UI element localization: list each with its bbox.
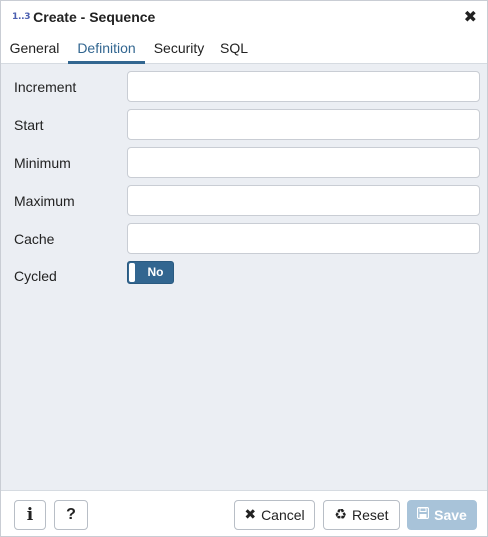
increment-input[interactable] [127,71,480,102]
cycled-row: Cycled No [1,261,487,293]
info-button[interactable]: i [14,500,46,530]
cache-row: Cache [1,223,487,255]
cancel-x-icon: ✖ [244,507,257,523]
tab-definition[interactable]: Definition [68,33,145,64]
start-label: Start [14,117,44,133]
dialog-footer: i ? ✖ Cancel ♻ Reset Save [1,490,487,536]
help-icon: ? [66,506,76,523]
maximum-row: Maximum [1,185,487,217]
toggle-knob [129,263,135,282]
cache-input[interactable] [127,223,480,254]
dialog-title: Create - Sequence [33,9,156,25]
help-button[interactable]: ? [54,500,88,530]
tab-general[interactable]: General [4,33,65,64]
definition-panel: Increment Start Minimum Maximum Cache Cy… [1,64,487,490]
increment-label: Increment [14,79,77,95]
dialog-titlebar: 1..3 Create - Sequence ✖ [1,1,487,33]
minimum-label: Minimum [14,155,71,171]
reset-button[interactable]: ♻ Reset [323,500,400,530]
save-label: Save [434,507,467,523]
close-icon[interactable]: ✖ [464,7,477,27]
sequence-icon: 1..3 [12,12,31,22]
cycled-toggle[interactable]: No [127,261,174,284]
start-row: Start [1,109,487,141]
minimum-row: Minimum [1,147,487,179]
tab-security[interactable]: Security [148,33,210,64]
cycled-label: Cycled [14,268,57,284]
minimum-input[interactable] [127,147,480,178]
create-sequence-dialog: 1..3 Create - Sequence ✖ General Definit… [0,0,488,537]
tab-bar: General Definition Security SQL [1,33,487,64]
increment-row: Increment [1,71,487,103]
start-input[interactable] [127,109,480,140]
reset-label: Reset [351,507,389,523]
cycled-toggle-text: No [147,265,164,279]
cancel-label: Cancel [261,507,305,523]
recycle-icon: ♻ [334,507,347,523]
maximum-input[interactable] [127,185,480,216]
cancel-button[interactable]: ✖ Cancel [234,500,315,530]
cache-label: Cache [14,231,55,247]
save-button[interactable]: Save [407,500,477,530]
tab-sql[interactable]: SQL [215,33,253,64]
maximum-label: Maximum [14,193,75,209]
info-icon: i [26,505,34,525]
floppy-disk-icon [417,506,430,523]
